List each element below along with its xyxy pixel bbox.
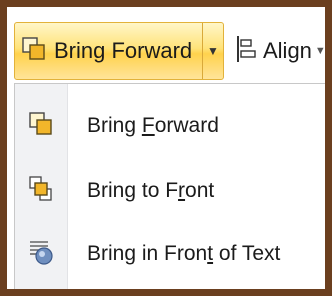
ribbon-group: Bring Forward ▼ Align ▼	[7, 7, 326, 85]
menu-item-label: Bring to Front	[87, 179, 215, 202]
window-frame: Bring Forward ▼ Align ▼ Bring Forward Br…	[0, 0, 332, 296]
menu-item-bring-to-front[interactable]: Bring to Front	[15, 166, 326, 216]
align-button[interactable]: Align ▼	[235, 33, 326, 69]
bring-forward-label: Bring Forward	[54, 38, 193, 63]
menu-item-label: Bring Forward	[87, 114, 219, 137]
chevron-down-icon: ▼	[207, 44, 219, 58]
bring-forward-dropdown-arrow[interactable]: ▼	[203, 23, 223, 79]
align-label: Align	[263, 38, 312, 63]
menu-item-bring-in-front-of-text[interactable]: Bring in Front of Text	[15, 229, 326, 279]
menu-item-bring-forward[interactable]: Bring Forward	[15, 101, 326, 151]
bring-forward-menu: Bring Forward Bring to Front Bring in Fr…	[14, 83, 325, 289]
bring-to-front-icon	[28, 175, 54, 208]
bring-forward-button[interactable]: Bring Forward	[15, 23, 203, 79]
bring-forward-icon	[21, 36, 47, 67]
bring-forward-split-button[interactable]: Bring Forward ▼	[14, 22, 224, 80]
chevron-down-icon: ▼	[314, 45, 326, 57]
align-icon	[235, 34, 257, 69]
menu-item-label: Bring in Front of Text	[87, 242, 281, 265]
bring-forward-icon	[28, 111, 54, 142]
bring-in-front-of-text-icon	[27, 238, 55, 271]
